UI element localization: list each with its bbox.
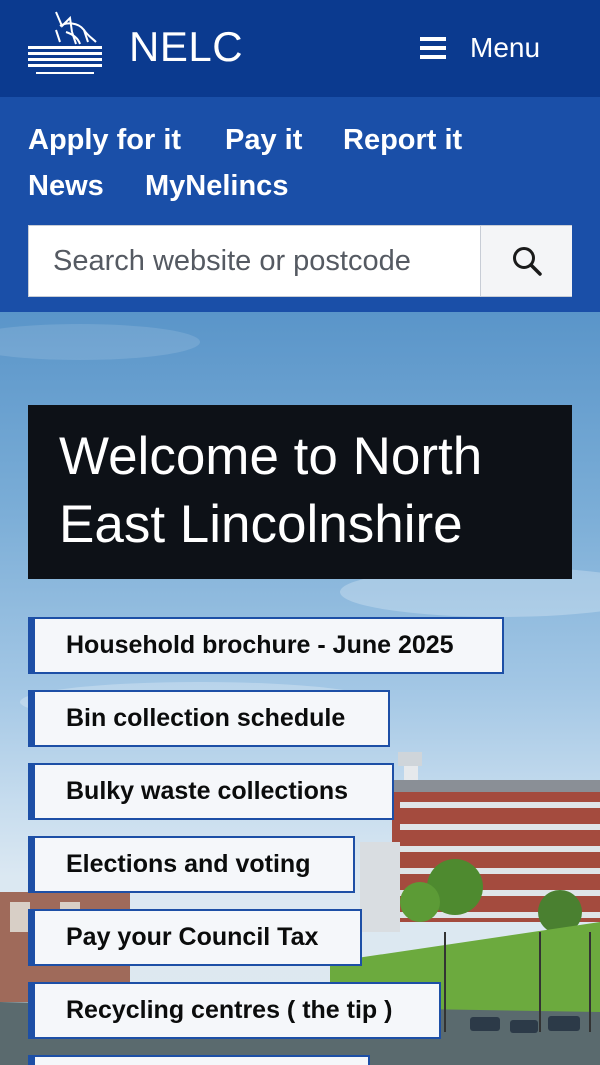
nav-link-mynelincs[interactable]: MyNelincs [145, 168, 288, 204]
quick-link-elections[interactable]: Elections and voting [28, 836, 355, 893]
search-button[interactable] [480, 226, 572, 296]
nav-link-news[interactable]: News [28, 168, 104, 204]
council-logo[interactable] [26, 8, 104, 80]
search-form [28, 225, 572, 297]
quick-link-household-brochure[interactable]: Household brochure - June 2025 [28, 617, 504, 674]
nav-link-report[interactable]: Report it [343, 122, 462, 158]
nav-link-pay[interactable]: Pay it [225, 122, 302, 158]
hamburger-icon [420, 37, 448, 59]
welcome-heading: Welcome to North East Lincolnshire [28, 405, 572, 579]
menu-button[interactable]: Menu [420, 26, 540, 70]
nav-link-apply[interactable]: Apply for it [28, 122, 181, 158]
quick-link-bulky-waste[interactable]: Bulky waste collections [28, 763, 394, 820]
site-name[interactable]: NELC [129, 22, 243, 72]
search-icon [512, 247, 542, 276]
quick-link-bin-collection[interactable]: Bin collection schedule [28, 690, 390, 747]
council-crest-icon [28, 11, 102, 74]
site-header: NELC Menu [0, 0, 600, 97]
hero-banner: Welcome to North East Lincolnshire House… [0, 312, 600, 1065]
quick-link-recycling-centres[interactable]: Recycling centres ( the tip ) [28, 982, 441, 1039]
quick-link-more[interactable] [28, 1055, 370, 1065]
primary-nav: Apply for it Pay it Report it News MyNel… [0, 97, 600, 312]
quick-link-council-tax[interactable]: Pay your Council Tax [28, 909, 362, 966]
menu-label: Menu [470, 32, 541, 63]
search-input[interactable] [29, 226, 480, 296]
